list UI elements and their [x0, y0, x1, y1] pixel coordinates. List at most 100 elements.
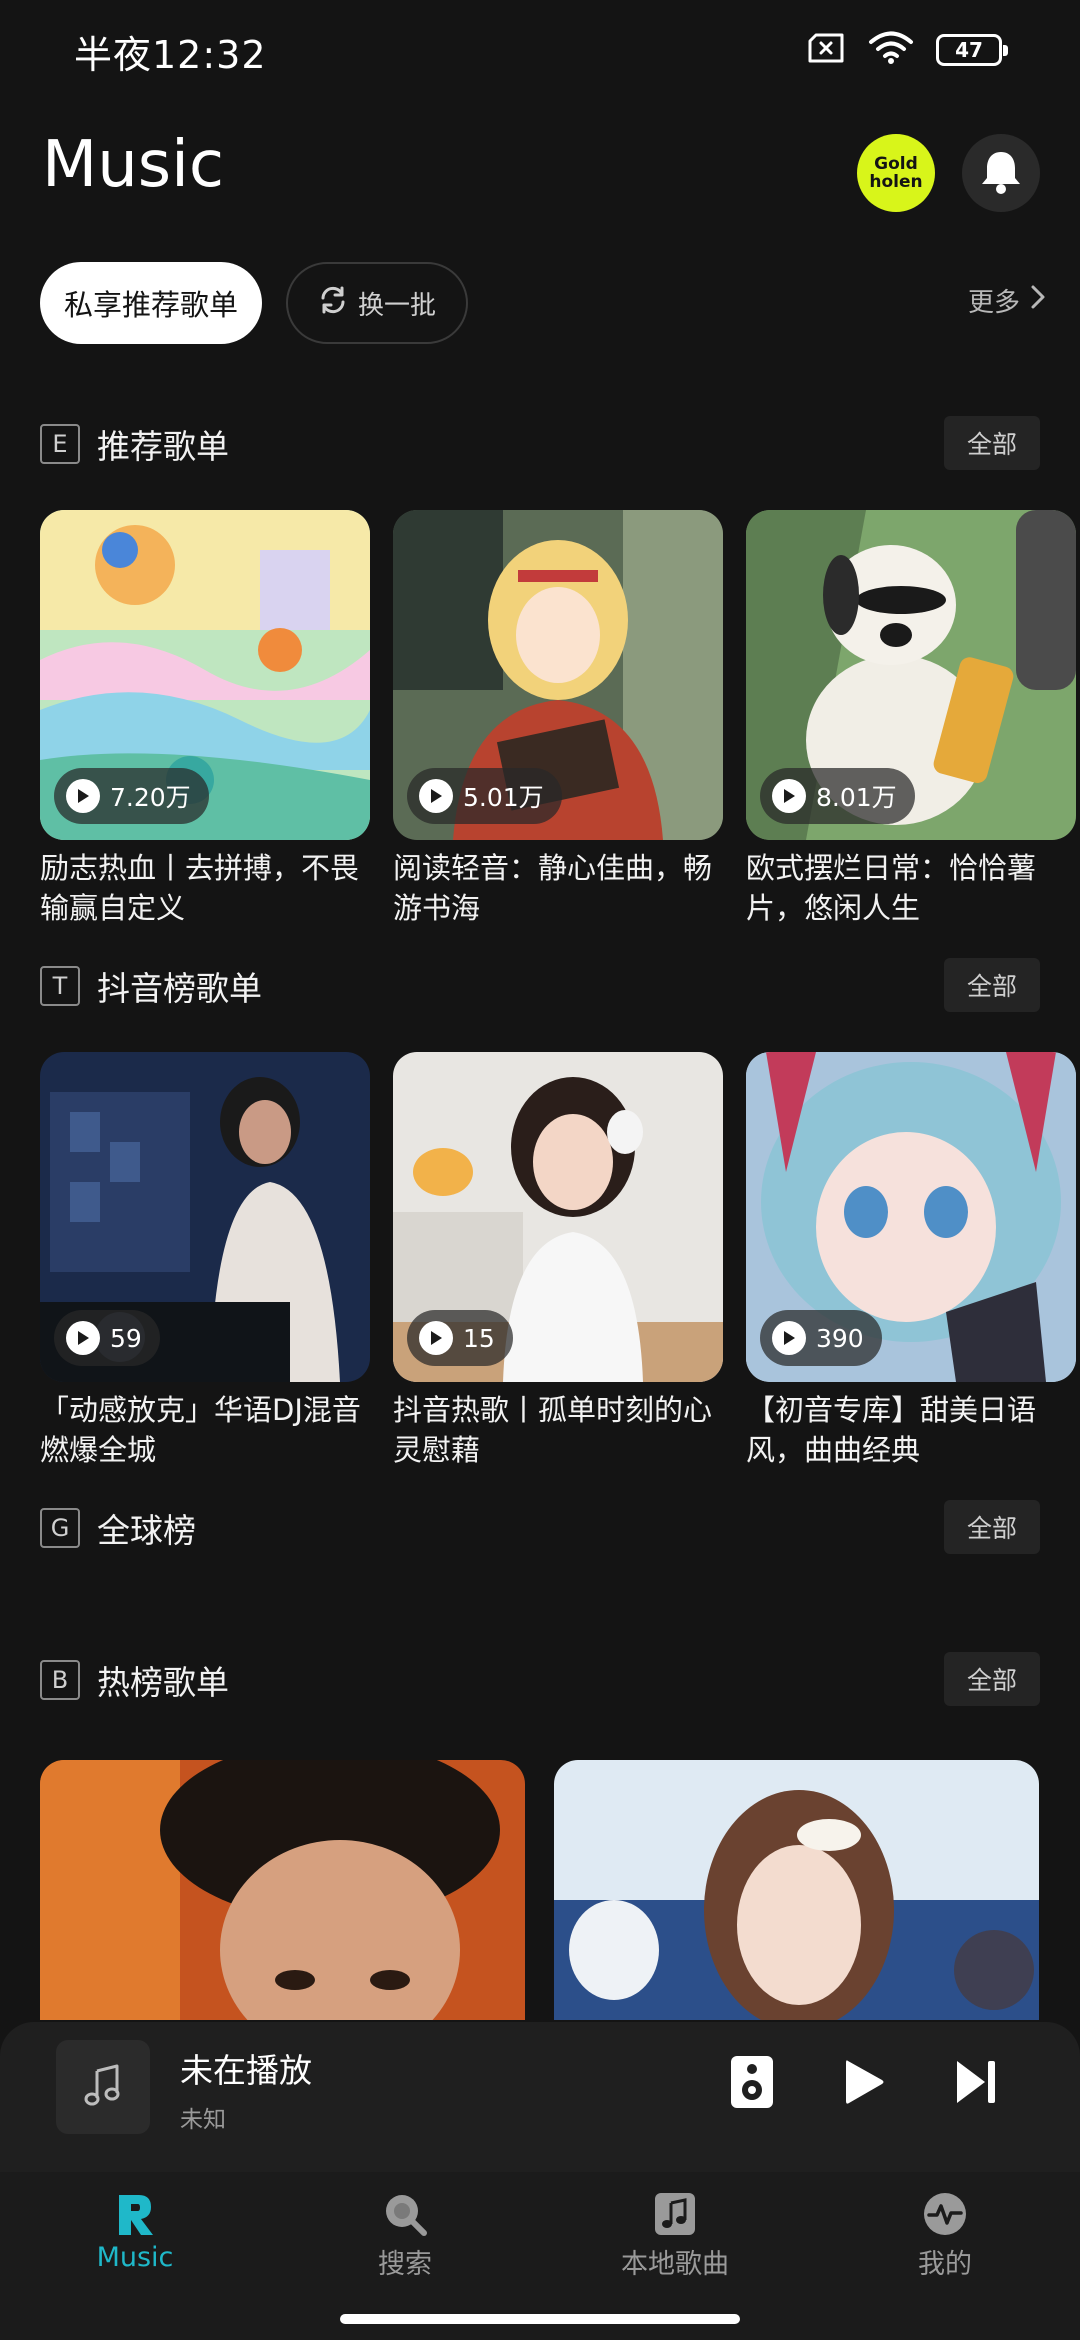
- play-icon: [419, 1321, 453, 1355]
- now-playing-artist: 未知: [180, 2107, 226, 2133]
- play-icon: [419, 779, 453, 813]
- play-count: 390: [816, 1323, 864, 1353]
- wifi-icon: [868, 31, 914, 69]
- music-home-screen: 半夜12:32 47 Music Gold holen 私享推荐歌单 换一批 更…: [0, 0, 1080, 2340]
- section-recommended-header: E 推荐歌单 全部: [40, 414, 1040, 474]
- play-count-badge: 8.01万: [760, 768, 915, 824]
- play-count: 59: [110, 1323, 142, 1353]
- more-label: 更多: [967, 288, 1020, 318]
- next-track-button[interactable]: [944, 2052, 1008, 2116]
- skip-next-icon: [953, 2057, 999, 2111]
- status-icons: 47: [806, 30, 1008, 70]
- nav-tab-search[interactable]: 搜索: [270, 2172, 540, 2302]
- refresh-batch-button[interactable]: 换一批: [286, 262, 469, 344]
- speaker-button[interactable]: [720, 2052, 784, 2116]
- play-button[interactable]: [832, 2052, 896, 2116]
- refresh-label: 换一批: [358, 290, 437, 321]
- play-count-badge: 59: [54, 1310, 160, 1366]
- page-title: Music: [42, 128, 225, 202]
- section-hot-header: B 热榜歌单 全部: [40, 1650, 1040, 1710]
- battery-level: 47: [955, 38, 983, 62]
- battery-icon: 47: [936, 34, 1008, 66]
- play-count: 5.01万: [463, 783, 544, 812]
- playlist-card[interactable]: 5.01万 阅读轻音：静心佳曲，畅游书海: [393, 510, 723, 928]
- profile-pulse-icon: [919, 2188, 971, 2240]
- cover-art-portrait-man: [40, 1760, 525, 2020]
- play-icon: [66, 779, 100, 813]
- nav-label: 本地歌曲: [621, 2249, 729, 2280]
- more-link[interactable]: 更多: [968, 282, 1046, 319]
- play-icon: [842, 2057, 886, 2111]
- playlist-card[interactable]: 59 「动感放克」华语DJ混音燃爆全城: [40, 1052, 370, 1470]
- nav-label: Music: [96, 2242, 174, 2273]
- playlist-cover: 59: [40, 1052, 370, 1382]
- badge-line-1: Gold: [874, 154, 918, 174]
- playlist-cover: 7.20万: [40, 510, 370, 840]
- bottom-nav: Music 搜索 本地歌曲 我的: [0, 2172, 1080, 2302]
- music-note-icon: [83, 2063, 123, 2111]
- section-all-button[interactable]: 全部: [944, 958, 1040, 1012]
- playlist-cover: 5.01万: [393, 510, 723, 840]
- playlist-title: 励志热血丨去拼搏，不畏输赢自定义: [40, 851, 360, 925]
- play-count-badge: 5.01万: [407, 768, 562, 824]
- music-note-icon: [649, 2188, 701, 2240]
- playlist-cover: 390: [746, 1052, 1076, 1382]
- play-count-badge: 390: [760, 1310, 882, 1366]
- nav-tab-music[interactable]: Music: [0, 2172, 270, 2302]
- section-title: 热榜歌单: [97, 1663, 229, 1702]
- section-all-button[interactable]: 全部: [944, 1500, 1040, 1554]
- play-count: 15: [463, 1323, 495, 1353]
- playlist-title: 【初音专库】甜美日语风，曲曲经典: [746, 1393, 1037, 1467]
- hot-playlist-cover[interactable]: [40, 1760, 525, 2020]
- section-all-button[interactable]: 全部: [944, 416, 1040, 470]
- section-title: 全球榜: [97, 1511, 196, 1550]
- playlist-title: 欧式摆烂日常：恰恰薯片，悠闲人生: [746, 851, 1037, 925]
- section-title: 抖音榜歌单: [97, 969, 262, 1008]
- section-douyin-header: T 抖音榜歌单 全部: [40, 956, 1040, 1016]
- mini-player[interactable]: 未在播放 未知: [0, 2022, 1080, 2172]
- play-icon: [772, 779, 806, 813]
- badge-line-2: holen: [869, 172, 923, 192]
- section-letter: B: [40, 1660, 80, 1700]
- play-count-badge: 15: [407, 1310, 513, 1366]
- section-title: 推荐歌单: [97, 427, 229, 466]
- chevron-right-icon: [1030, 284, 1046, 317]
- private-recommend-tab[interactable]: 私享推荐歌单: [40, 262, 263, 344]
- section-letter: E: [40, 424, 80, 464]
- play-icon: [66, 1321, 100, 1355]
- now-playing-title: 未在播放: [180, 2051, 312, 2090]
- playlist-cover: 15: [393, 1052, 723, 1382]
- search-icon: [379, 2188, 431, 2240]
- play-count: 8.01万: [816, 783, 897, 812]
- hot-playlist-cover[interactable]: [554, 1760, 1039, 2020]
- playlist-card[interactable]: 15 抖音热歌丨孤单时刻的心灵慰藉: [393, 1052, 723, 1470]
- play-icon: [772, 1321, 806, 1355]
- sim-off-icon: [806, 32, 846, 68]
- play-count-badge: 7.20万: [54, 768, 209, 824]
- playlist-card[interactable]: 390 【初音专库】甜美日语风，曲曲经典: [746, 1052, 1076, 1470]
- nav-label: 我的: [918, 2249, 972, 2280]
- now-playing-artwork: [56, 2040, 150, 2134]
- speaker-icon: [729, 2054, 775, 2114]
- play-count: 7.20万: [110, 783, 191, 812]
- status-time: 半夜12:32: [74, 33, 267, 77]
- bell-icon: [979, 148, 1023, 198]
- section-letter: G: [40, 1508, 80, 1548]
- notification-button[interactable]: [962, 134, 1040, 212]
- status-bar: 半夜12:32 47: [0, 0, 1080, 96]
- playlist-card[interactable]: 7.20万 励志热血丨去拼搏，不畏输赢自定义: [40, 510, 370, 928]
- music-r-logo-icon: [109, 2188, 161, 2240]
- home-indicator[interactable]: [340, 2314, 740, 2324]
- section-all-button[interactable]: 全部: [944, 1652, 1040, 1706]
- nav-tab-mine[interactable]: 我的: [810, 2172, 1080, 2302]
- section-letter: T: [40, 966, 80, 1006]
- nav-label: 搜索: [378, 2249, 432, 2280]
- refresh-icon: [318, 285, 348, 322]
- playlist-title: 「动感放克」华语DJ混音燃爆全城: [40, 1393, 361, 1467]
- playlist-card[interactable]: 8.01万 欧式摆烂日常：恰恰薯片，悠闲人生: [746, 510, 1076, 928]
- playlist-cover: 8.01万: [746, 510, 1076, 840]
- playlist-title: 抖音热歌丨孤单时刻的心灵慰藉: [393, 1393, 713, 1467]
- gold-badge-button[interactable]: Gold holen: [857, 134, 935, 212]
- nav-tab-local-songs[interactable]: 本地歌曲: [540, 2172, 810, 2302]
- gesture-area: [0, 2302, 1080, 2340]
